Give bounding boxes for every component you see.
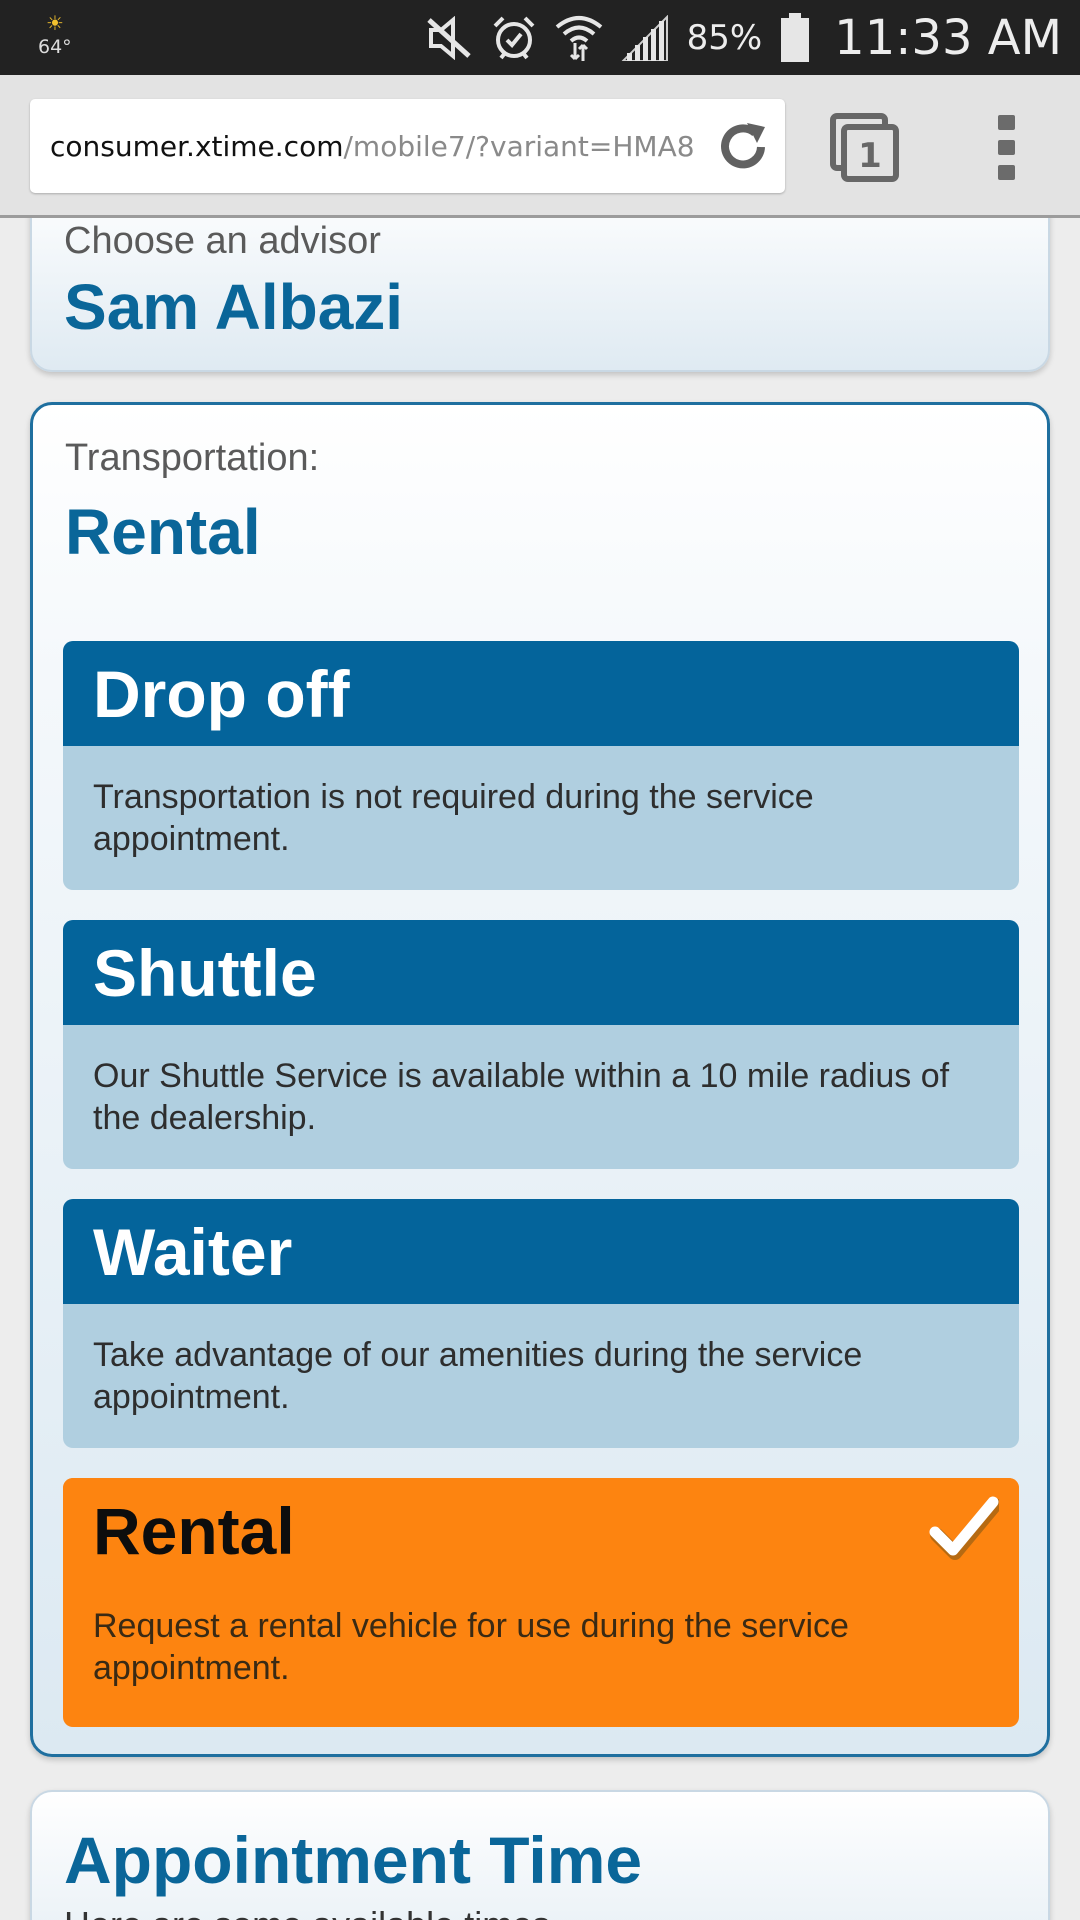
checkmark-icon [929,1492,1002,1562]
sun-cloud-icon: ☀ [46,13,64,35]
tab-count: 1 [858,136,882,176]
option-shuttle[interactable]: Shuttle Our Shuttle Service is available… [63,920,1019,1169]
option-header: Shuttle [63,920,1019,1025]
option-header: Waiter [63,1199,1019,1304]
status-bar: ☀ 64° 85% 11:33 AM [0,0,1080,75]
option-drop-off[interactable]: Drop off Transportation is not required … [63,641,1019,890]
url-path: /mobile7/?variant=HMA8 [343,129,695,163]
url-text[interactable]: consumer.xtime.com/mobile7/?variant=HMA8 [50,99,700,193]
browser-toolbar: consumer.xtime.com/mobile7/?variant=HMA8… [0,75,1080,218]
option-header: Rental [63,1478,1019,1583]
status-icons: 85% 11:33 AM [425,0,1062,75]
option-description: Transportation is not required during th… [93,778,814,858]
clock: 11:33 AM [834,9,1062,66]
option-waiter[interactable]: Waiter Take advantage of our amenities d… [63,1199,1019,1448]
url-host: consumer.xtime.com [50,129,344,163]
address-bar[interactable]: consumer.xtime.com/mobile7/?variant=HMA8 [30,99,785,193]
option-title: Drop off [93,656,350,731]
appointment-time-card: Appointment Time Here are some available… [30,1790,1050,1920]
option-description: Our Shuttle Service is available within … [93,1057,950,1137]
weather-icon: ☀ 64° [38,8,78,68]
option-title: Shuttle [93,935,317,1010]
option-title: Waiter [93,1214,293,1289]
option-description: Take advantage of our amenities during t… [93,1336,863,1416]
wifi-icon [555,13,603,63]
option-header: Drop off [63,641,1019,746]
transportation-value: Rental [65,496,261,568]
option-title: Rental [93,1493,295,1568]
advisor-label: Choose an advisor [64,220,381,262]
mute-icon [425,15,473,60]
option-description: Request a rental vehicle for use during … [93,1607,849,1687]
advisor-card[interactable]: Choose an advisor Sam Albazi [30,218,1050,372]
advisor-name: Sam Albazi [64,271,404,343]
overflow-menu-icon[interactable] [995,115,1019,181]
tabs-icon[interactable]: 1 [830,113,900,183]
option-rental[interactable]: Rental Request a rental vehicle for use … [63,1478,1019,1727]
reload-icon[interactable] [715,119,771,175]
appointment-time-subtext: Here are some available times [64,1904,550,1920]
alarm-icon [491,14,537,62]
appointment-time-heading: Appointment Time [64,1823,643,1897]
transportation-card: Transportation: Rental Drop off Transpor… [30,402,1050,1757]
battery-icon [780,12,810,63]
transportation-label: Transportation: [65,437,320,479]
page-content: Choose an advisor Sam Albazi Transportat… [0,218,1080,1920]
signal-icon [621,14,669,61]
battery-percent: 85% [686,17,763,58]
temperature: 64° [38,36,72,58]
